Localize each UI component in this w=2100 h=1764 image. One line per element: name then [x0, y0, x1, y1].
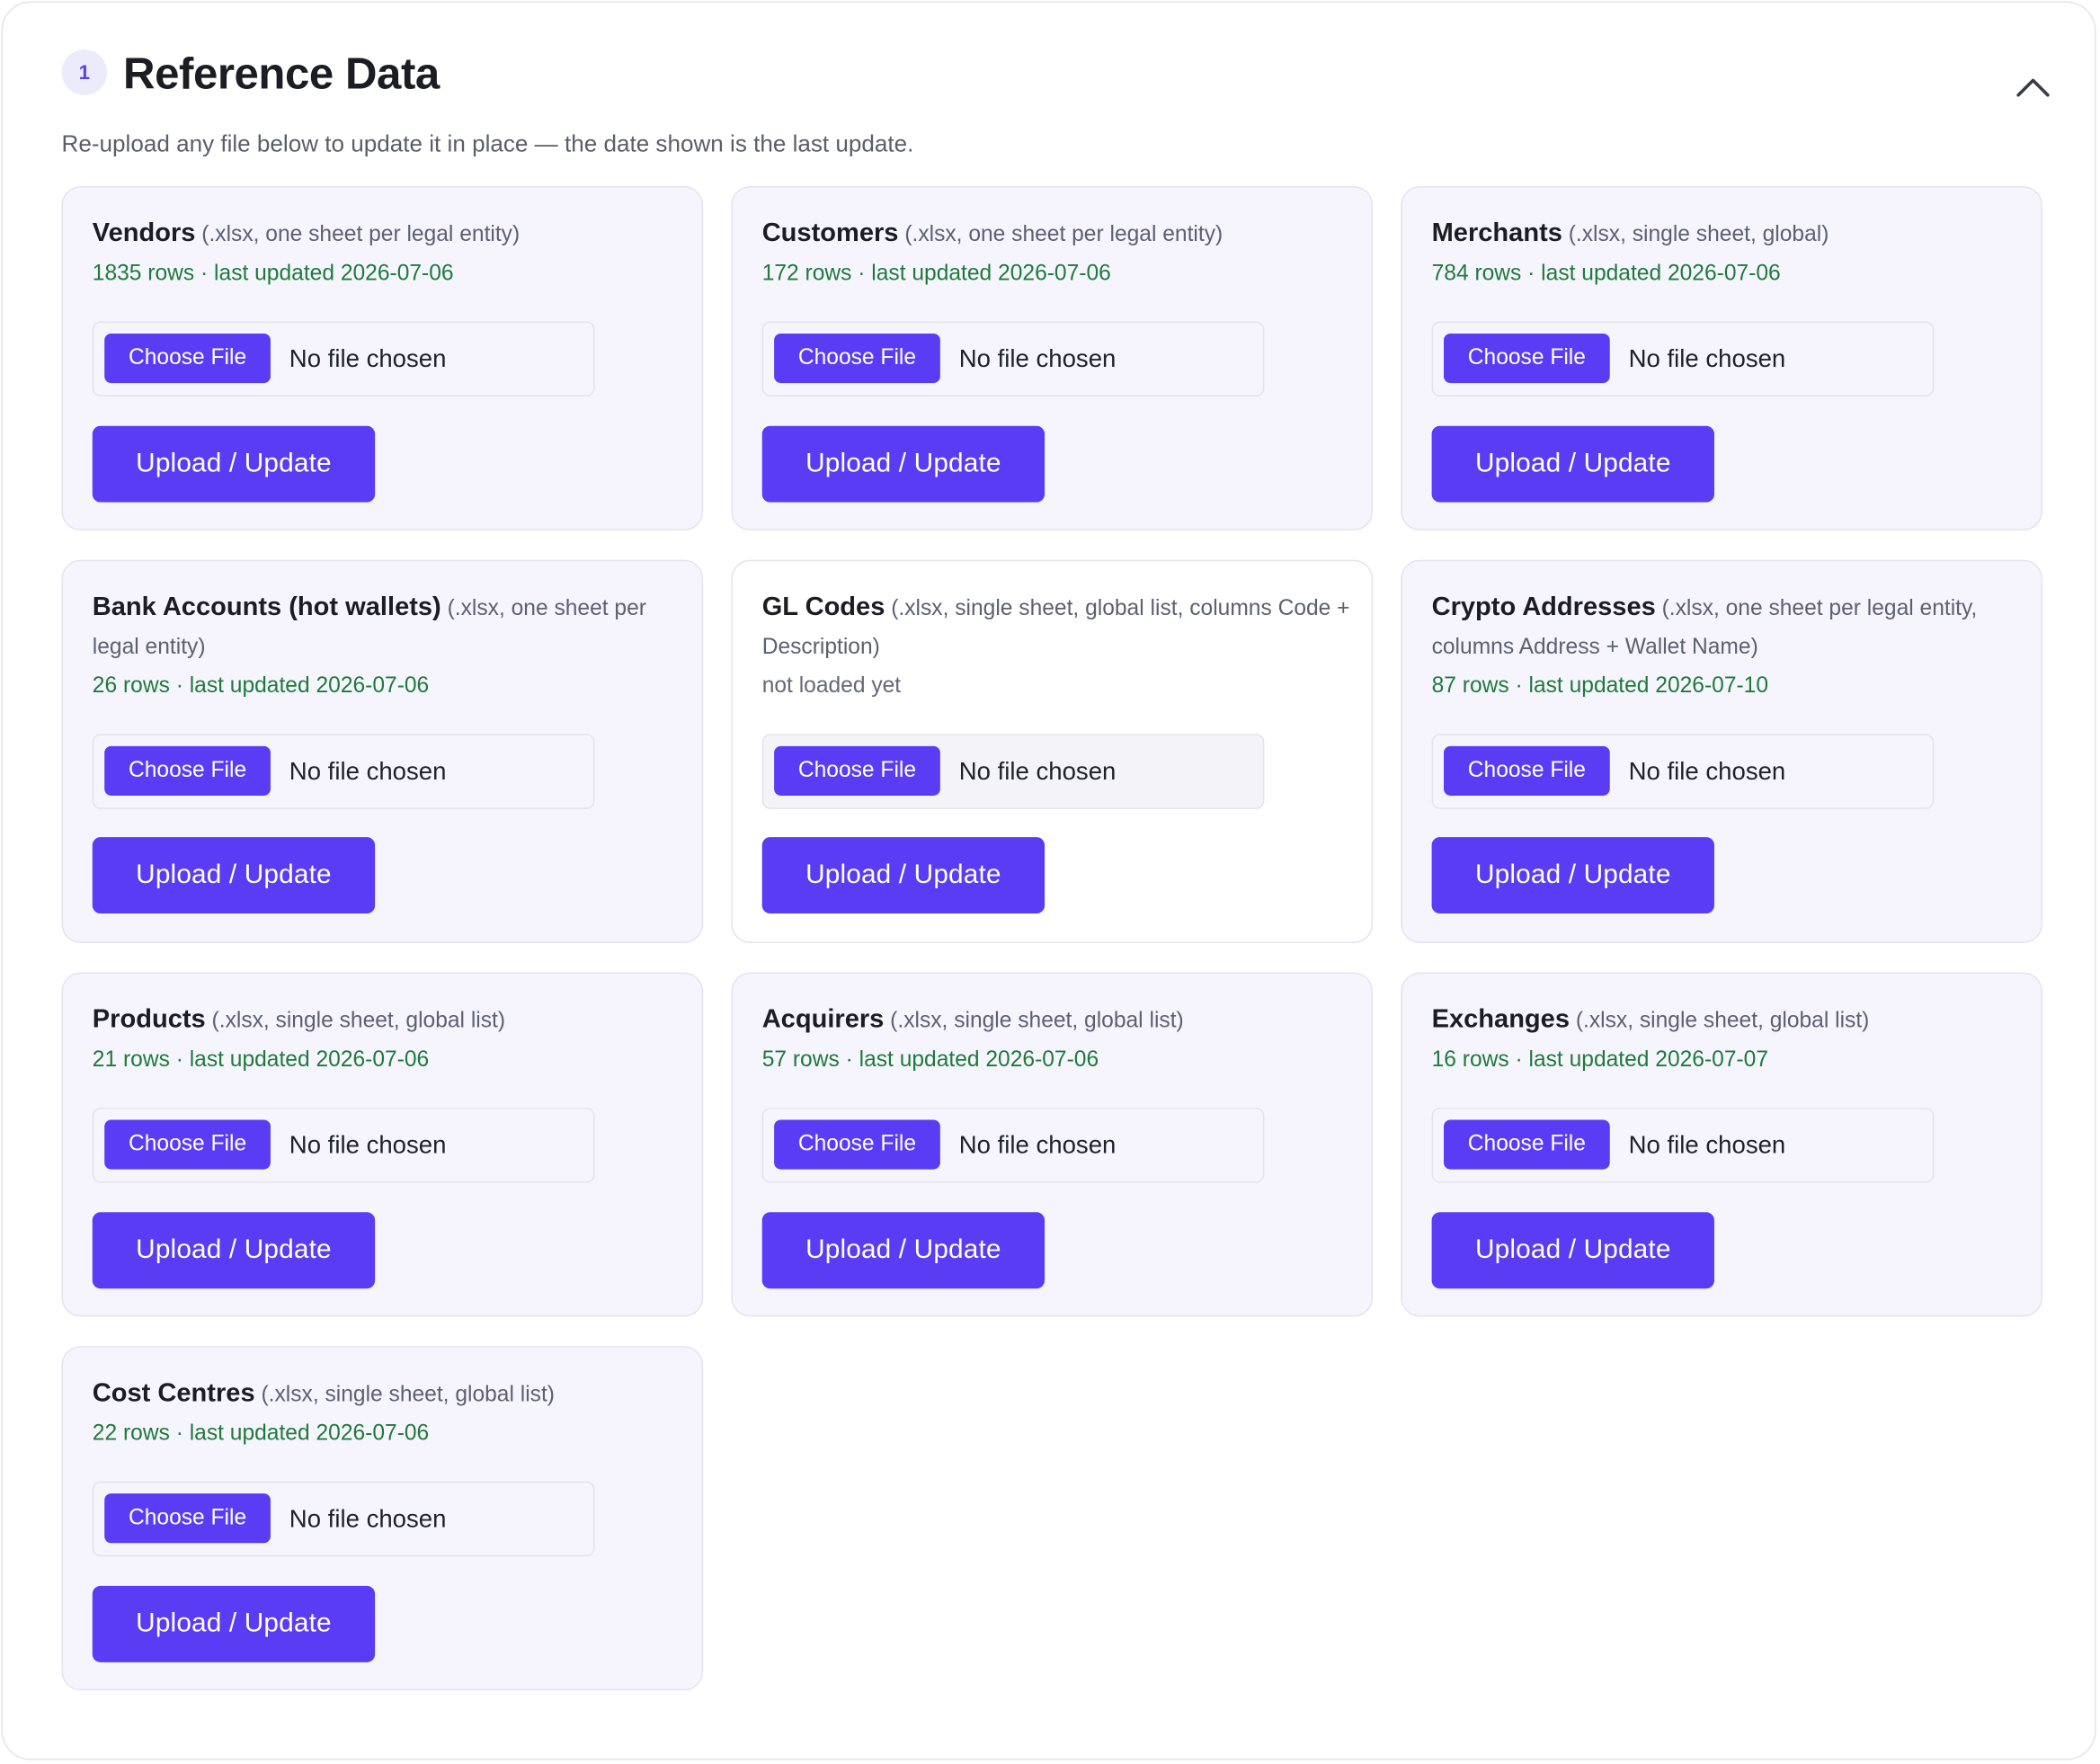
card-status: 26 rows · last updated 2026-07-06 [92, 673, 430, 699]
chevron-up-icon [2016, 78, 2050, 97]
card-products: Products (.xlsx, single sheet, global li… [61, 972, 704, 1317]
file-input[interactable]: Choose File No file chosen [92, 734, 595, 809]
card-status: 16 rows · last updated 2026-07-07 [1431, 1047, 1769, 1072]
card-title: GL Codes [761, 592, 885, 622]
card-format: (.xlsx, single sheet, global list) [211, 1008, 506, 1033]
file-input[interactable]: Choose File No file chosen [1431, 1108, 1935, 1183]
file-status-text: No file chosen [289, 1504, 447, 1533]
upload-button[interactable]: Upload / Update [92, 1585, 376, 1662]
choose-file-button[interactable]: Choose File [1444, 1119, 1610, 1170]
file-input[interactable]: Choose File No file chosen [92, 1108, 595, 1183]
card-title: Crypto Addresses [1431, 592, 1656, 622]
choose-file-button[interactable]: Choose File [774, 1119, 940, 1170]
card-customers: Customers (.xlsx, one sheet per legal en… [731, 186, 1374, 530]
upload-button[interactable]: Upload / Update [1431, 837, 1714, 914]
file-status-text: No file chosen [1628, 1130, 1786, 1159]
choose-file-button[interactable]: Choose File [104, 1119, 271, 1170]
upload-button[interactable]: Upload / Update [1431, 425, 1714, 503]
card-title: Bank Accounts (hot wallets) [92, 592, 441, 622]
step-number-badge: 1 [61, 49, 108, 95]
file-input[interactable]: Choose File No file chosen [92, 321, 595, 396]
card-format: (.xlsx, single sheet, global) [1568, 222, 1829, 247]
card-status: 22 rows · last updated 2026-07-06 [92, 1421, 430, 1446]
file-input[interactable]: Choose File No file chosen [92, 1481, 595, 1557]
choose-file-button[interactable]: Choose File [104, 745, 271, 796]
file-input[interactable]: Choose File No file chosen [1431, 321, 1935, 396]
upload-button[interactable]: Upload / Update [761, 837, 1046, 914]
card-status: 87 rows · last updated 2026-07-10 [1431, 673, 1769, 699]
card-format: (.xlsx, single sheet, global list) [261, 1382, 556, 1407]
card-vendors: Vendors (.xlsx, one sheet per legal enti… [61, 186, 704, 530]
file-status-text: No file chosen [1628, 756, 1786, 786]
file-status-text: No file chosen [289, 756, 447, 786]
file-input[interactable]: Choose File No file chosen [761, 321, 1265, 396]
file-status-text: No file chosen [1628, 343, 1786, 373]
card-exchanges: Exchanges (.xlsx, single sheet, global l… [1401, 972, 2042, 1317]
card-crypto-addresses: Crypto Addresses (.xlsx, one sheet per l… [1401, 559, 2042, 943]
card-cost-centres: Cost Centres (.xlsx, single sheet, globa… [61, 1346, 704, 1691]
upload-button[interactable]: Upload / Update [92, 425, 376, 503]
section-title: Reference Data [123, 48, 440, 98]
section-subtitle: Re-upload any file below to update it in… [61, 129, 914, 157]
card-status: 784 rows · last updated 2026-07-06 [1431, 261, 1781, 286]
upload-button[interactable]: Upload / Update [761, 1212, 1046, 1289]
card-title: Merchants [1431, 218, 1562, 248]
choose-file-button[interactable]: Choose File [1444, 333, 1610, 384]
upload-button[interactable]: Upload / Update [761, 425, 1046, 503]
upload-button[interactable]: Upload / Update [92, 837, 376, 914]
card-format: (.xlsx, one sheet per legal entity) [201, 222, 521, 247]
choose-file-button[interactable]: Choose File [104, 333, 271, 384]
card-format: (.xlsx, single sheet, global list) [890, 1008, 1184, 1033]
card-status: 172 rows · last updated 2026-07-06 [761, 261, 1111, 286]
upload-button[interactable]: Upload / Update [1431, 1212, 1714, 1289]
card-title: Cost Centres [92, 1378, 255, 1408]
reference-data-panel: 1 Reference Data Re-upload any file belo… [1, 1, 2096, 1760]
choose-file-button[interactable]: Choose File [1444, 745, 1610, 796]
card-title: Acquirers [761, 1004, 885, 1035]
card-title: Products [92, 1004, 206, 1035]
card-status: not loaded yet [761, 673, 902, 699]
collapse-button[interactable] [2010, 65, 2056, 111]
card-title: Vendors [92, 218, 196, 248]
file-input[interactable]: Choose File No file chosen [761, 734, 1265, 809]
card-status: 57 rows · last updated 2026-07-06 [761, 1047, 1099, 1072]
card-title: Exchanges [1431, 1004, 1570, 1035]
card-merchants: Merchants (.xlsx, single sheet, global) … [1401, 186, 2042, 530]
card-format: (.xlsx, single sheet, global list) [1575, 1008, 1870, 1033]
card-status: 1835 rows · last updated 2026-07-06 [92, 261, 454, 286]
card-status: 21 rows · last updated 2026-07-06 [92, 1047, 430, 1072]
upload-button[interactable]: Upload / Update [92, 1212, 376, 1289]
choose-file-button[interactable]: Choose File [104, 1493, 271, 1544]
card-title: Customers [761, 218, 899, 248]
file-status-text: No file chosen [958, 756, 1117, 786]
file-status-text: No file chosen [289, 1130, 447, 1159]
file-status-text: No file chosen [289, 343, 447, 373]
card-gl-codes: GL Codes (.xlsx, single sheet, global li… [731, 559, 1374, 943]
choose-file-button[interactable]: Choose File [774, 745, 940, 796]
file-status-text: No file chosen [958, 343, 1117, 373]
choose-file-button[interactable]: Choose File [774, 333, 940, 384]
file-input[interactable]: Choose File No file chosen [761, 1108, 1265, 1183]
file-input[interactable]: Choose File No file chosen [1431, 734, 1935, 809]
card-format: (.xlsx, one sheet per legal entity) [904, 222, 1224, 247]
card-acquirers: Acquirers (.xlsx, single sheet, global l… [731, 972, 1374, 1317]
card-bank-accounts: Bank Accounts (hot wallets) (.xlsx, one … [61, 559, 704, 943]
file-status-text: No file chosen [958, 1130, 1117, 1159]
